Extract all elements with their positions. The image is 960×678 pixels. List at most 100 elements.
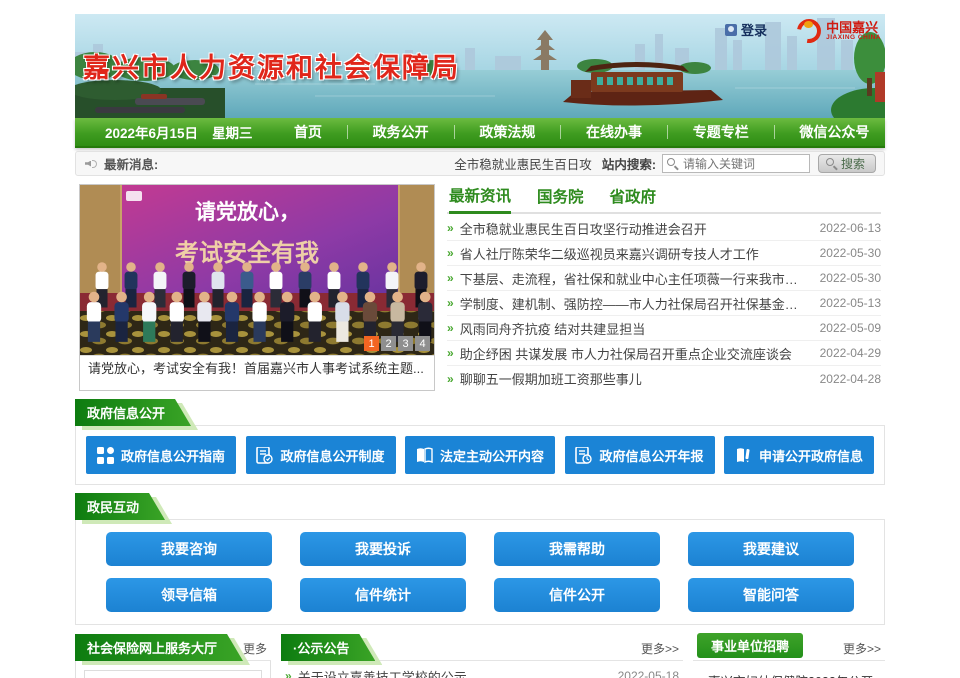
double-arrow-icon: » (447, 246, 454, 260)
news-row[interactable]: » 助企纾困 共谋发展 市人力社保局召开重点企业交流座谈会 2022-04-29 (447, 341, 881, 366)
news-row[interactable]: » 省人社厅陈荣华二级巡视员来嘉兴调研专技人才工作 2022-05-30 (447, 241, 881, 266)
leader-mailbox-button[interactable]: 领导信箱 (106, 578, 272, 612)
gov-info-buttons: 政府信息公开指南 政府信息公开制度 法定主动公开内容 (75, 426, 885, 485)
complaint-button[interactable]: 我要投诉 (300, 532, 466, 566)
document-check-icon (256, 447, 273, 464)
recruitment-item[interactable]: 嘉兴市妇幼保健院2022年公开... (699, 667, 881, 678)
social-insurance-title: 社会保险网上服务大厅 (75, 634, 243, 661)
gov-info-system-button[interactable]: 政府信息公开制度 (246, 436, 396, 474)
announcements-title: ·公示公告 (281, 634, 375, 661)
login-link[interactable]: 登录 (725, 20, 767, 39)
bottom-row: 社会保险网上服务大厅 更多 个人(单位)社保证明打印 办事指南 ·公示公告 更多… (75, 637, 885, 678)
news-list: » 全市稳就业惠民生百日攻坚行动推进会召开 2022-06-13 » 省人社厅陈… (447, 214, 881, 391)
search-box (662, 154, 810, 173)
ticker-scrolling-text[interactable]: 全市稳就业惠民生百日攻 (454, 154, 592, 173)
interaction-header: 政民互动 (75, 497, 885, 520)
recruitment-header: 事业单位招聘 更多>> (693, 637, 885, 661)
gov-info-apply-button[interactable]: 申请公开政府信息 (724, 436, 874, 474)
news-tabs: 最新资讯 国务院 省政府 (447, 184, 881, 214)
login-label: 登录 (741, 20, 767, 39)
apply-icon (735, 447, 752, 464)
nav-separator (667, 125, 668, 139)
svg-text:请党放心，: 请党放心， (195, 200, 300, 224)
search-button[interactable]: 搜索 (818, 154, 876, 173)
announcement-row[interactable]: » 关于设立嘉善技工学校的公示 2022-05-18 (285, 663, 679, 678)
news-row[interactable]: » 下基层、走流程，省社保和就业中心主任项薇一行来我市调研“国统”上线情况 20… (447, 266, 881, 291)
ticker-label: 最新消息: (104, 154, 158, 173)
social-insurance-more-link[interactable]: 更多 (243, 640, 271, 657)
announcements-header: ·公示公告 更多>> (281, 637, 683, 661)
nav-weekday: 星期三 (212, 126, 253, 141)
news-panel: 最新资讯 国务院 省政府 » 全市稳就业惠民生百日攻坚行动推进会召开 2022-… (447, 184, 881, 391)
tab-provincial-gov[interactable]: 省政府 (610, 185, 657, 212)
slideshow-pager: 1 2 3 4 (364, 336, 430, 351)
speaker-icon (84, 157, 98, 171)
double-arrow-icon: » (447, 296, 454, 310)
gov-info-title: 政府信息公开 (75, 399, 191, 426)
nav-item-wechat[interactable]: 微信公众号 (793, 122, 875, 142)
nav-item-gov-affairs[interactable]: 政务公开 (367, 122, 435, 142)
header-banner: 嘉兴市人力资源和社会保障局 登录 中国嘉兴 JIAXING CHINA (75, 14, 885, 118)
announcements-panel: ·公示公告 更多>> » 关于设立嘉善技工学校的公示 2022-05-18 » … (281, 637, 683, 678)
gov-info-statutory-button[interactable]: 法定主动公开内容 (405, 436, 555, 474)
jiaxing-logo-icon (796, 18, 822, 44)
main-nav: 2022年6月15日星期三 首页 政务公开 政策法规 在线办事 专题专栏 微信公… (75, 118, 885, 148)
recruitment-panel: 事业单位招聘 更多>> 嘉兴市妇幼保健院2022年公开... 2022年嘉兴市属… (693, 637, 885, 678)
nav-item-home[interactable]: 首页 (288, 122, 328, 142)
news-row[interactable]: » 风雨同舟齐抗疫 结对共建显担当 2022-05-09 (447, 316, 881, 341)
consult-button[interactable]: 我要咨询 (106, 532, 272, 566)
double-arrow-icon: » (447, 221, 454, 235)
interaction-buttons: 我要咨询 我要投诉 我需帮助 我要建议 领导信箱 信件统计 信件公开 智能问答 (75, 520, 885, 625)
suggestion-button[interactable]: 我要建议 (688, 532, 854, 566)
need-help-button[interactable]: 我需帮助 (494, 532, 660, 566)
social-insurance-header: 社会保险网上服务大厅 更多 (75, 637, 271, 661)
news-row[interactable]: » 聊聊五一假期加班工资那些事儿 2022-04-28 (447, 366, 881, 391)
double-arrow-icon: » (447, 271, 454, 285)
nav-item-special-topics[interactable]: 专题专栏 (687, 122, 755, 142)
pager-1[interactable]: 1 (364, 336, 379, 351)
main-content: 请党放心， 考试安全有我 1 2 3 4 请党放心，考试安全有我！首届嘉兴市人事… (75, 184, 885, 391)
nav-menu: 首页 政务公开 政策法规 在线办事 专题专栏 微信公众号 (279, 122, 885, 142)
gov-info-annual-report-button[interactable]: 政府信息公开年报 (565, 436, 715, 474)
slideshow-photo[interactable]: 请党放心， 考试安全有我 1 2 3 4 (80, 185, 434, 355)
news-ticker-bar: 最新消息: 全市稳就业惠民生百日攻 站内搜索: 搜索 (75, 151, 885, 176)
letter-disclosure-button[interactable]: 信件公开 (494, 578, 660, 612)
search-button-icon (826, 158, 834, 166)
nav-separator (560, 125, 561, 139)
gov-info-header: 政府信息公开 (75, 403, 885, 426)
recruitment-list: 嘉兴市妇幼保健院2022年公开... 2022年嘉兴市属事业单位公开... 20… (693, 661, 885, 678)
gov-info-guide-button[interactable]: 政府信息公开指南 (86, 436, 236, 474)
interaction-section: 政民互动 我要咨询 我要投诉 我需帮助 我要建议 领导信箱 信件统计 信件公开 … (75, 497, 885, 625)
recruitment-title: 事业单位招聘 (697, 633, 803, 658)
nav-separator (774, 125, 775, 139)
social-insurance-panel: 社会保险网上服务大厅 更多 个人(单位)社保证明打印 办事指南 (75, 637, 271, 678)
tab-latest-news[interactable]: 最新资讯 (449, 184, 511, 214)
news-row[interactable]: » 学制度、建机制、强防控——市人力社保局召开社保基金要情专题学习会 2022-… (447, 291, 881, 316)
jiaxing-logo[interactable]: 中国嘉兴 JIAXING CHINA (796, 18, 881, 44)
slideshow-caption[interactable]: 请党放心，考试安全有我！首届嘉兴市人事考试系统主题... (80, 355, 434, 381)
recruitment-more-link[interactable]: 更多>> (843, 640, 885, 657)
smart-qa-button[interactable]: 智能问答 (688, 578, 854, 612)
nav-date: 2022年6月15日星期三 (75, 122, 279, 142)
pager-4[interactable]: 4 (415, 336, 430, 351)
slideshow-photo-svg: 请党放心， 考试安全有我 (80, 185, 434, 355)
tab-state-council[interactable]: 国务院 (537, 185, 584, 212)
search-input-icon (667, 158, 675, 166)
letter-statistics-button[interactable]: 信件统计 (300, 578, 466, 612)
logo-text: 中国嘉兴 (826, 21, 881, 34)
nav-item-online-services[interactable]: 在线办事 (580, 122, 648, 142)
nav-item-policies[interactable]: 政策法规 (473, 122, 541, 142)
double-arrow-icon: » (447, 372, 454, 386)
site-search-label: 站内搜索: (602, 154, 656, 173)
pager-3[interactable]: 3 (398, 336, 413, 351)
service-item[interactable]: 个人(单位)社保证明打印 (84, 670, 262, 678)
pager-2[interactable]: 2 (381, 336, 396, 351)
news-row[interactable]: » 全市稳就业惠民生百日攻坚行动推进会召开 2022-06-13 (447, 216, 881, 241)
page-container: 嘉兴市人力资源和社会保障局 登录 中国嘉兴 JIAXING CHINA 2022… (75, 0, 885, 678)
double-arrow-icon: » (285, 669, 292, 678)
site-title: 嘉兴市人力资源和社会保障局 (83, 46, 460, 85)
announcements-more-link[interactable]: 更多>> (641, 640, 683, 657)
nav-separator (347, 125, 348, 139)
search-input[interactable] (662, 154, 810, 173)
grid-icon (97, 447, 114, 464)
